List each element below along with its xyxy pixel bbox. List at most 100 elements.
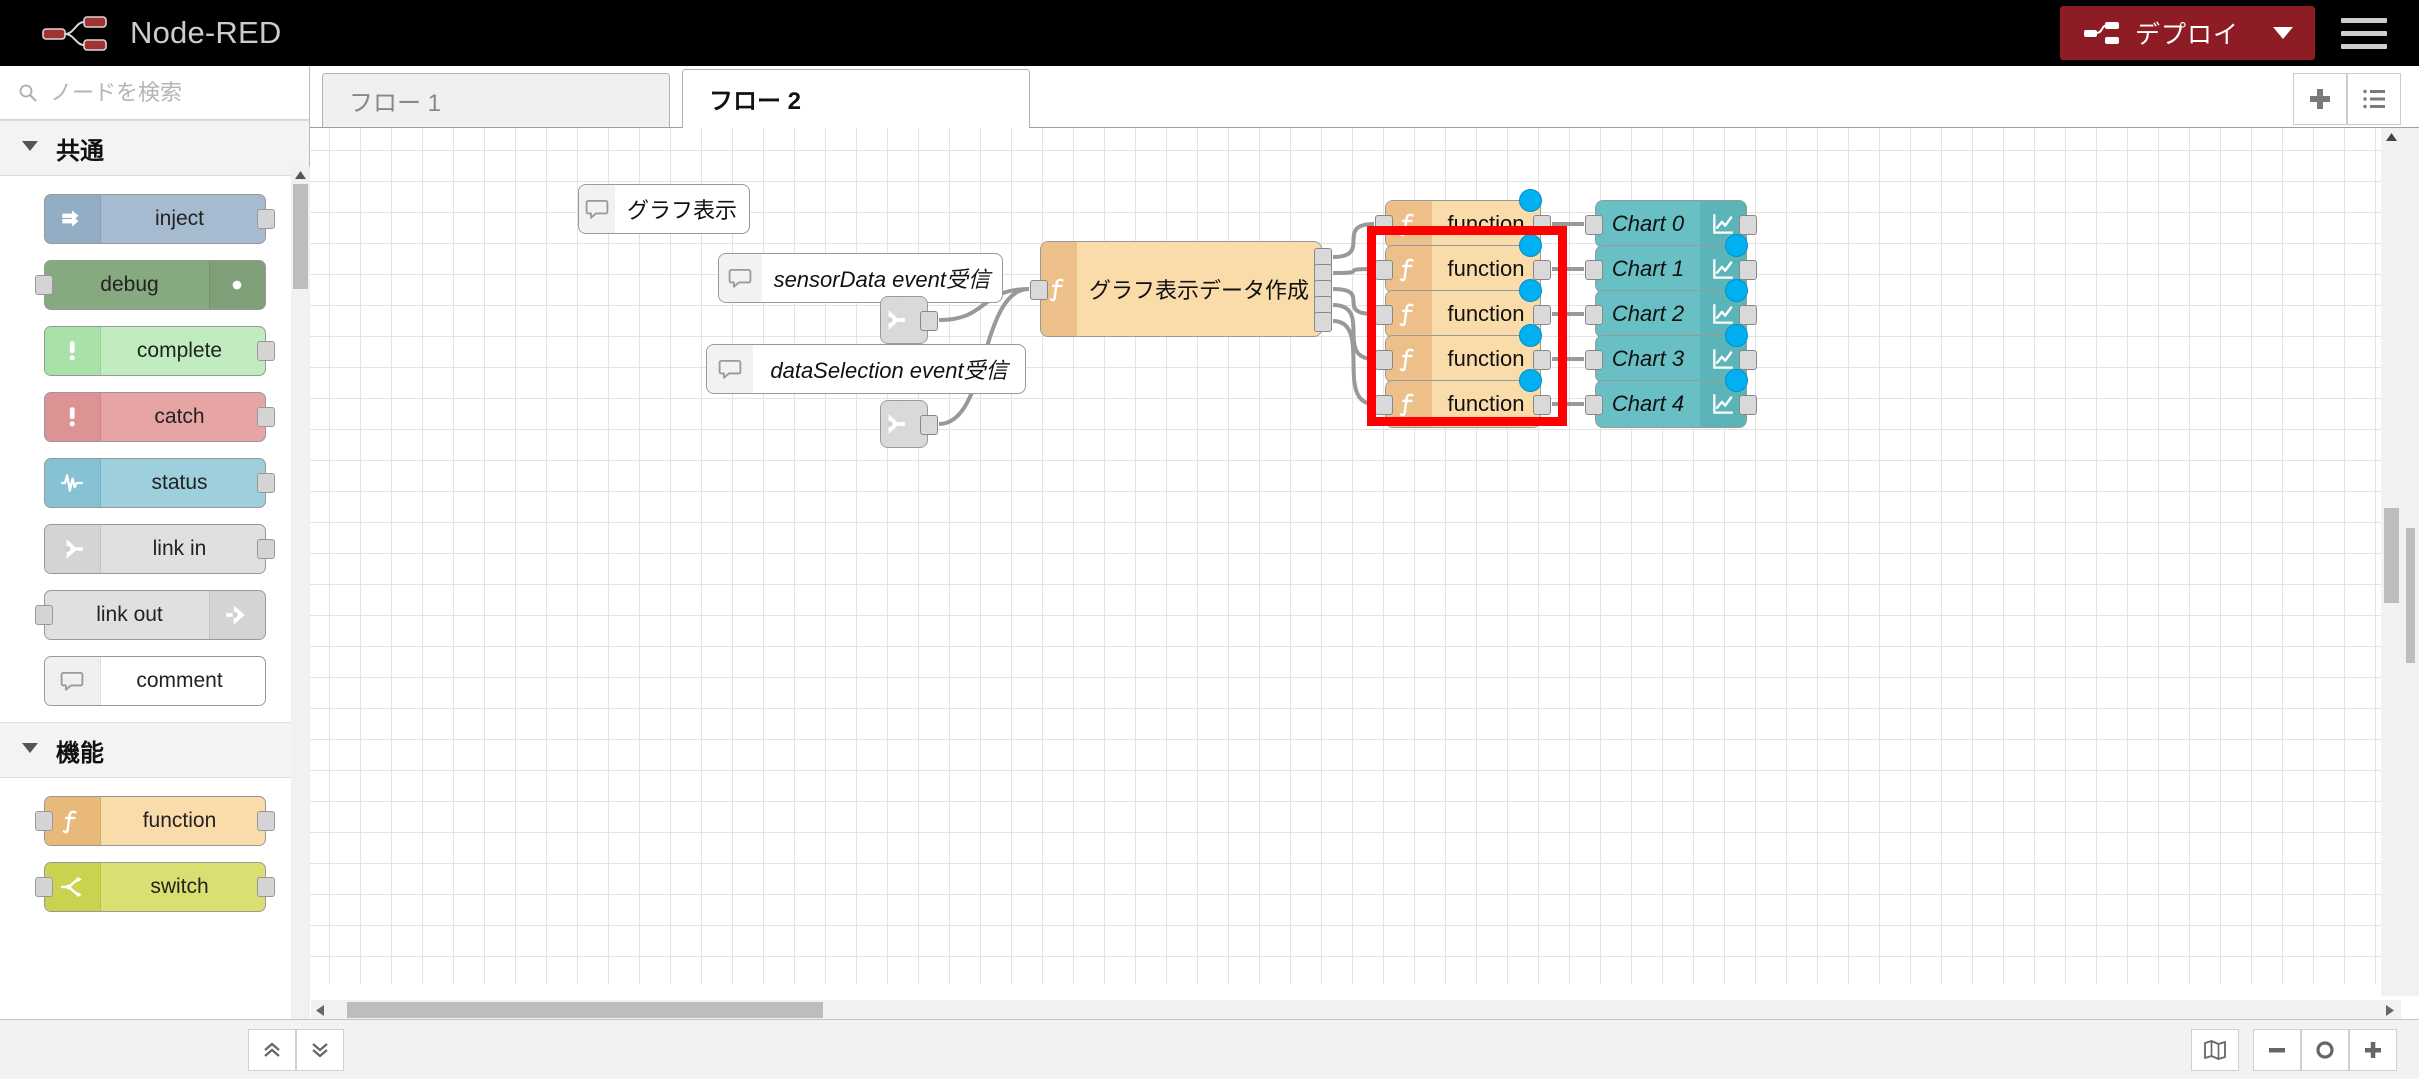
node-label: function (1447, 346, 1525, 371)
flow-tab-1[interactable]: フロー 1 (322, 73, 670, 127)
node-output-port[interactable] (920, 311, 938, 331)
flow-node-function-3[interactable]: function (1375, 324, 1551, 383)
palette-node-output-port[interactable] (256, 539, 275, 559)
node-input-port[interactable] (1030, 280, 1048, 300)
node-input-port[interactable] (1375, 395, 1393, 415)
debug-dot-icon (232, 280, 242, 290)
node-input-port[interactable] (1585, 395, 1603, 415)
node-output-port[interactable] (1533, 215, 1551, 235)
canvas-vscrollbar-track[interactable] (2381, 128, 2402, 996)
node-input-port[interactable] (1375, 305, 1393, 325)
palette-node-inject[interactable]: inject (43, 194, 275, 244)
node-input-port[interactable] (1375, 350, 1393, 370)
palette-node-input-port[interactable] (34, 275, 53, 295)
palette-node-output-port[interactable] (256, 877, 275, 897)
palette-category-function[interactable]: 機能 (0, 722, 309, 778)
palette-node-complete[interactable]: complete (43, 326, 275, 376)
palette-node-output-port[interactable] (256, 473, 275, 493)
flow-node-function-0[interactable]: function (1375, 189, 1551, 248)
palette-node-input-port[interactable] (34, 877, 53, 897)
node-input-port[interactable] (1585, 215, 1603, 235)
node-output-port[interactable] (1533, 395, 1551, 415)
collapse-all-button[interactable] (248, 1028, 296, 1071)
node-label: Chart 1 (1611, 256, 1685, 281)
navigator-button[interactable] (2191, 1028, 2239, 1071)
page-vscrollbar-track[interactable] (2402, 128, 2419, 996)
zoom-out-button[interactable] (2253, 1028, 2301, 1071)
palette-node-status[interactable]: status (43, 458, 275, 508)
flow-canvas-viewport[interactable]: グラフ表示 sensorData event受信 dataSelection eve… (310, 128, 2419, 1019)
palette-node-output-port[interactable] (256, 407, 275, 427)
palette-node-link-in[interactable]: link in (43, 524, 275, 574)
node-input-port[interactable] (1585, 305, 1603, 325)
flow-node-function[interactable]: グラフ表示データ作成 (1030, 241, 1332, 337)
palette-category-common[interactable]: 共通 (0, 120, 309, 176)
chevron-down-icon[interactable] (2273, 27, 2293, 39)
node-input-port[interactable] (1585, 260, 1603, 280)
node-output-port[interactable] (1739, 350, 1757, 370)
flow-node-comment[interactable]: sensorData event受信 (718, 253, 1003, 303)
node-output-port[interactable] (1533, 260, 1551, 280)
node-output-port[interactable] (920, 415, 938, 435)
palette-node-output-port[interactable] (256, 341, 275, 361)
palette-node-function[interactable]: function (34, 796, 275, 846)
deploy-button[interactable]: デプロイ (2059, 6, 2315, 60)
node-status-indicator (1725, 279, 1748, 302)
node-input-port[interactable] (1585, 350, 1603, 370)
scroll-right-arrow-icon[interactable] (2384, 1004, 2395, 1017)
palette-node-output-port[interactable] (256, 209, 275, 229)
flow-node-function-2[interactable]: function (1375, 279, 1551, 338)
flow-node-comment[interactable]: dataSelection event受信 (706, 344, 1026, 394)
zoom-reset-button[interactable] (2301, 1028, 2349, 1071)
node-output-port[interactable] (1533, 305, 1551, 325)
flow-canvas[interactable]: グラフ表示 sensorData event受信 dataSelection eve… (310, 128, 2385, 984)
zoom-in-button[interactable] (2349, 1028, 2397, 1071)
function-f-icon (62, 810, 77, 834)
flow-node-linkin[interactable] (880, 400, 938, 448)
flow-node-chart-3[interactable]: Chart 3 (1585, 324, 1757, 383)
node-input-port[interactable] (1375, 215, 1393, 235)
flow-node-function-4[interactable]: function (1375, 369, 1551, 428)
palette-node-output-port[interactable] (256, 811, 275, 831)
node-output-port[interactable] (1739, 305, 1757, 325)
flow-node-linkin[interactable] (880, 296, 938, 344)
flow-node-chart-1[interactable]: Chart 1 (1585, 234, 1757, 293)
hamburger-menu-icon[interactable] (2341, 17, 2387, 49)
node-output-port[interactable] (1739, 260, 1757, 280)
search-input[interactable] (50, 79, 290, 106)
expand-all-button[interactable] (296, 1028, 344, 1071)
chevron-double-down-icon (312, 1042, 328, 1057)
canvas-hscrollbar-track[interactable] (311, 1000, 2401, 1020)
scroll-up-arrow-icon[interactable] (2385, 132, 2398, 143)
node-output-port[interactable] (1314, 312, 1332, 332)
palette-node-link-out[interactable]: link out (34, 590, 266, 640)
flow-node-chart-2[interactable]: Chart 2 (1585, 279, 1757, 338)
palette-node-input-port[interactable] (34, 811, 53, 831)
palette-node-switch[interactable]: switch (34, 862, 275, 912)
palette-node-input-port[interactable] (34, 605, 53, 625)
canvas-vscrollbar-thumb[interactable] (2384, 508, 2399, 603)
node-output-port[interactable] (1739, 215, 1757, 235)
add-tab-button[interactable] (2293, 73, 2347, 125)
flow-node-comment[interactable]: グラフ表示 (578, 184, 750, 234)
palette-scrollbar-track[interactable] (291, 167, 310, 1019)
node-output-port[interactable] (1533, 350, 1551, 370)
list-tabs-button[interactable] (2347, 73, 2401, 125)
circle-icon (2316, 1040, 2334, 1059)
palette-node-comment[interactable]: comment (43, 656, 266, 706)
palette-node-debug[interactable]: debug (34, 260, 266, 310)
node-output-port[interactable] (1739, 395, 1757, 415)
function-f-icon (1399, 348, 1414, 372)
page-vscrollbar-thumb[interactable] (2406, 528, 2415, 663)
palette-node-catch[interactable]: catch (43, 392, 275, 442)
canvas-hscrollbar-thumb[interactable] (347, 1002, 823, 1018)
flow-node-chart-0[interactable]: Chart 0 (1585, 200, 1757, 248)
palette-scrollbar-thumb[interactable] (293, 184, 308, 289)
scroll-up-arrow-icon[interactable] (294, 169, 307, 181)
node-input-port[interactable] (1375, 260, 1393, 280)
palette-node-icon-box (44, 459, 101, 507)
flow-node-function-1[interactable]: function (1375, 234, 1551, 293)
scroll-left-arrow-icon[interactable] (315, 1004, 326, 1017)
flow-tab-2[interactable]: フロー 2 (682, 69, 1030, 128)
flow-node-chart-4[interactable]: Chart 4 (1585, 369, 1757, 428)
